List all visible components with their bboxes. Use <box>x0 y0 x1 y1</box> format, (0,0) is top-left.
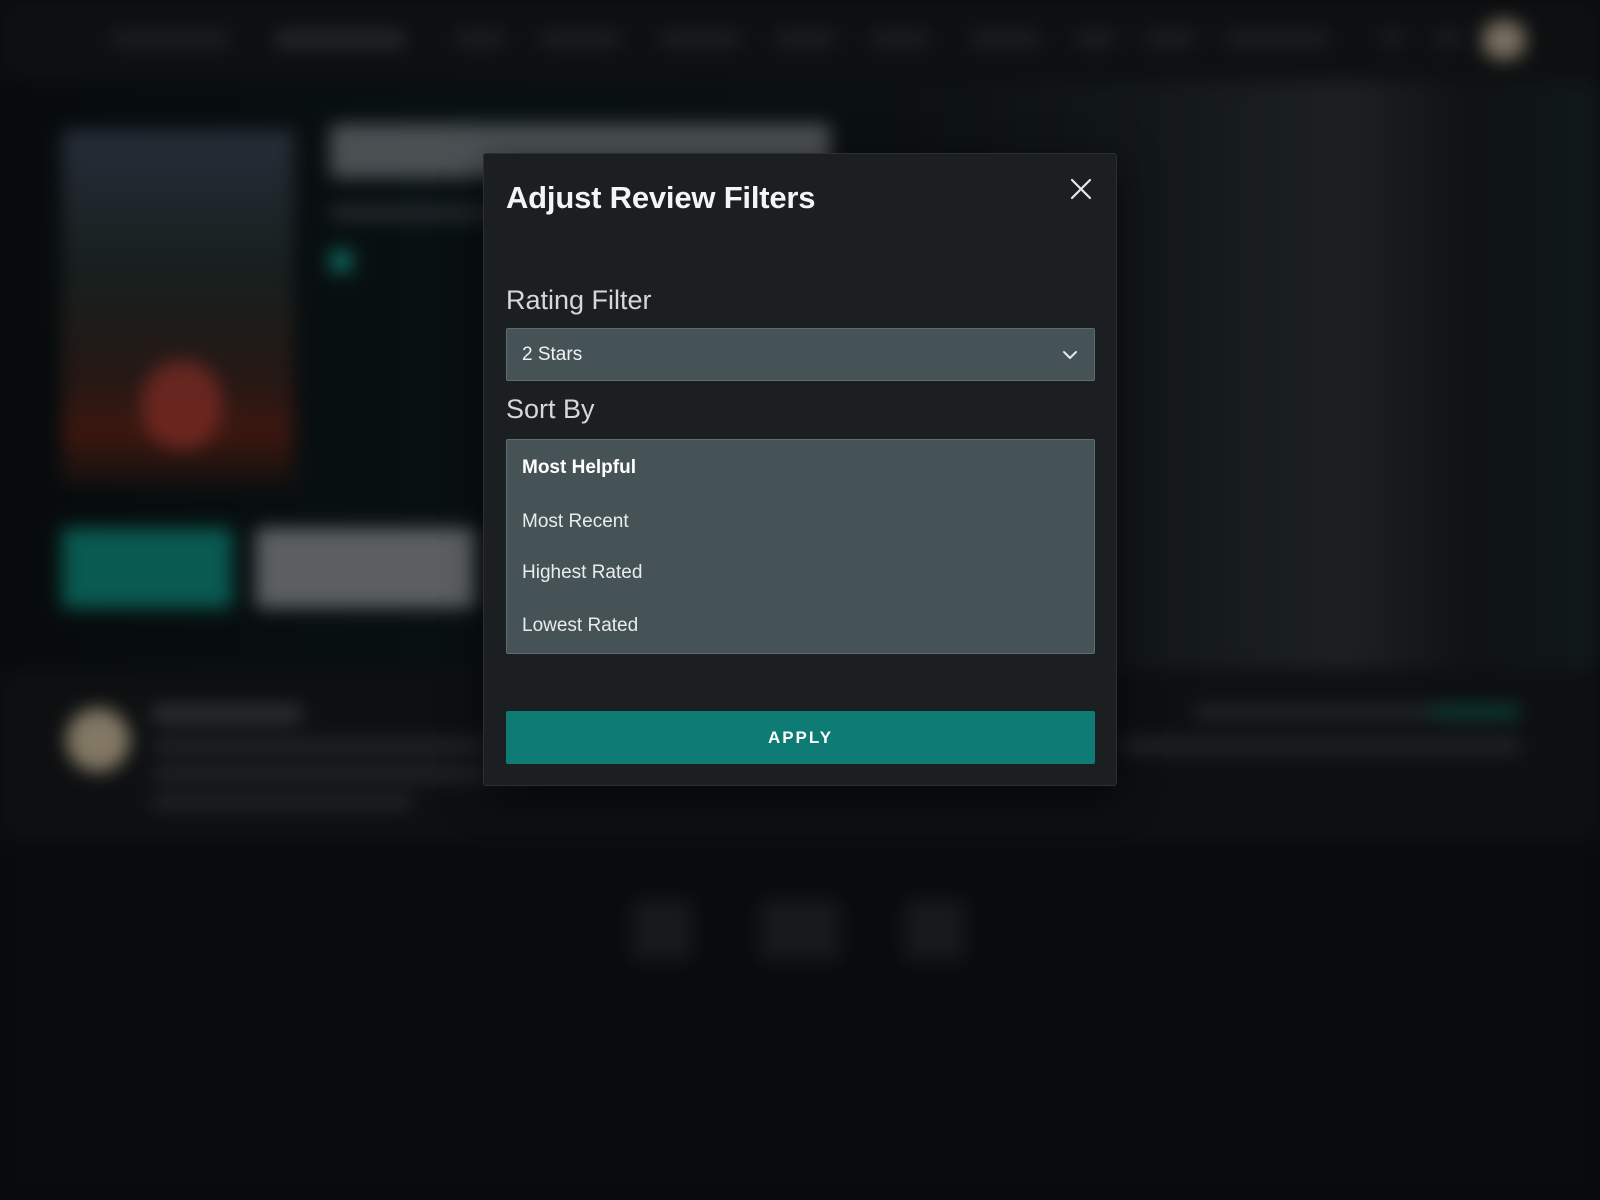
rating-filter-label: Rating Filter <box>506 285 652 315</box>
rating-filter-select[interactable]: 2 Stars <box>506 328 1095 381</box>
sort-option-most-helpful[interactable]: Most Helpful <box>522 457 636 479</box>
close-icon <box>1070 178 1092 200</box>
sort-option-most-recent[interactable]: Most Recent <box>522 511 629 533</box>
sort-option-lowest-rated[interactable]: Lowest Rated <box>522 615 638 637</box>
chevron-down-icon <box>1063 351 1077 359</box>
review-filters-dialog: Adjust Review Filters Rating Filter 2 St… <box>483 153 1117 786</box>
sort-by-label: Sort By <box>506 394 595 424</box>
rating-filter-value: 2 Stars <box>522 343 583 365</box>
apply-button[interactable]: APPLY <box>506 711 1095 764</box>
dialog-title: Adjust Review Filters <box>506 180 816 215</box>
sort-by-listbox[interactable]: Most Helpful Most Recent Highest Rated L… <box>506 439 1095 654</box>
close-button[interactable] <box>1064 172 1098 206</box>
sort-option-highest-rated[interactable]: Highest Rated <box>522 562 642 584</box>
